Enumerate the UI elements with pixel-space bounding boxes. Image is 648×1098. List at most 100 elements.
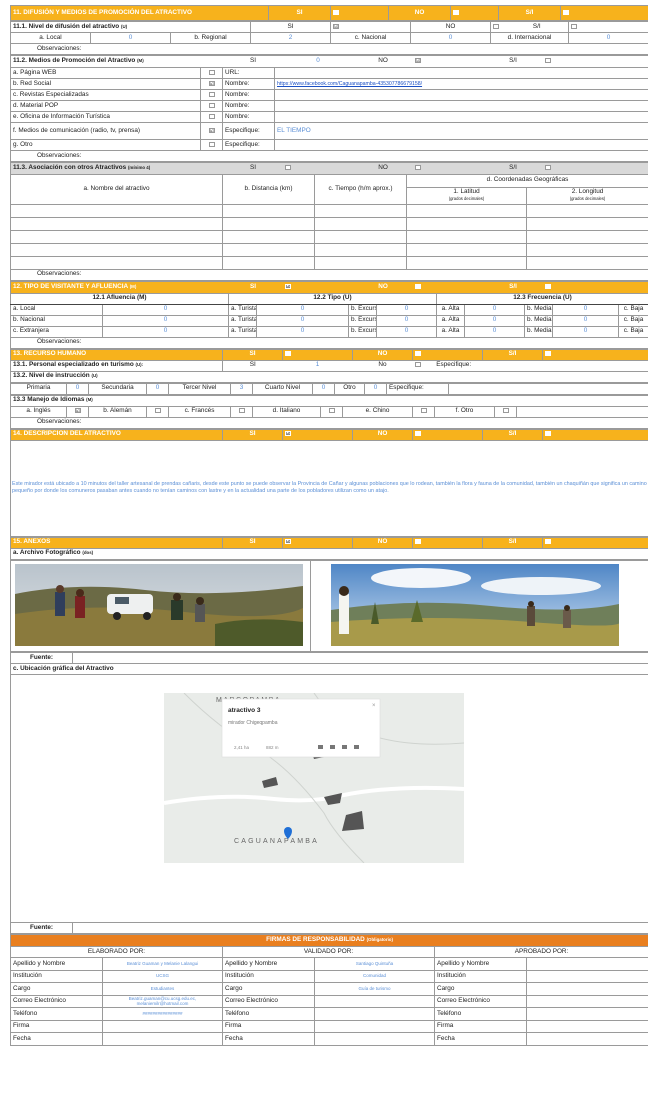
elaborado-value[interactable]: Beatriz.guaman@cu.ucsg.edu.ec, melaniemi…: [102, 994, 223, 1009]
tiempo-field[interactable]: [314, 255, 407, 270]
aprobado-value[interactable]: [525, 982, 648, 996]
aprobado-value[interactable]: [525, 1019, 648, 1034]
photo-2[interactable]: [310, 559, 648, 653]
idioma-1-checkbox[interactable]: [146, 405, 169, 418]
medio-checkbox[interactable]: ☑: [200, 122, 223, 140]
medio-field-value[interactable]: [274, 100, 648, 112]
sn-checkbox[interactable]: [542, 536, 648, 549]
edu-2-value[interactable]: 3: [230, 382, 253, 395]
observaciones-field[interactable]: Observaciones:: [10, 336, 648, 349]
elaborado-value[interactable]: Beatriz Guaman y Melanie Lalangui: [102, 957, 223, 971]
map-image[interactable]: MARCOPAMBA CAGUANAPAMBA atractivo 3 mira…: [164, 693, 464, 864]
personal-si-value[interactable]: 1: [283, 360, 353, 371]
validado-value[interactable]: Comunidad: [314, 969, 435, 984]
longitud-field[interactable]: [525, 203, 648, 218]
aprobado-value[interactable]: [525, 1032, 648, 1046]
frecuencia-media-value[interactable]: 0: [552, 303, 619, 316]
sn-checkbox[interactable]: [543, 57, 648, 67]
no-checkbox[interactable]: [412, 428, 483, 441]
medio-field-value[interactable]: [274, 139, 648, 151]
elaborado-value[interactable]: [102, 1032, 223, 1046]
frecuencia-media-value[interactable]: 0: [552, 314, 619, 327]
frecuencia-alta-value[interactable]: 0: [464, 314, 525, 327]
latitud-field[interactable]: [406, 255, 527, 270]
sn-checkbox[interactable]: [543, 163, 648, 173]
atractivo-name-field[interactable]: [10, 203, 223, 218]
tiempo-field[interactable]: [314, 203, 407, 218]
frecuencia-alta-value[interactable]: 0: [464, 325, 525, 338]
latitud-field[interactable]: [406, 203, 527, 218]
validado-value[interactable]: Santiago Quintuña: [314, 957, 435, 971]
idioma-2-checkbox[interactable]: [230, 405, 253, 418]
si-checkbox[interactable]: [330, 5, 390, 21]
elaborado-value[interactable]: [102, 1019, 223, 1034]
frecuencia-media-value[interactable]: 0: [552, 325, 619, 338]
idioma-3-checkbox[interactable]: [320, 405, 343, 418]
tipo-turista-value[interactable]: 0: [256, 325, 349, 338]
atractivo-name-field[interactable]: [10, 255, 223, 270]
afluencia-value[interactable]: 0: [102, 325, 229, 338]
nacional-value[interactable]: 0: [410, 32, 492, 44]
tipo-turista-value[interactable]: 0: [256, 314, 349, 327]
personal-no-checkbox[interactable]: Especifique:: [413, 360, 483, 371]
no-checkbox[interactable]: [413, 163, 483, 173]
medio-checkbox[interactable]: [200, 100, 223, 112]
edit-icon[interactable]: [318, 745, 323, 750]
longitud-field[interactable]: [525, 242, 648, 257]
validado-value[interactable]: [314, 1019, 435, 1034]
medio-checkbox[interactable]: [200, 139, 223, 151]
tiempo-field[interactable]: [314, 229, 407, 244]
no-checkbox[interactable]: [412, 536, 483, 549]
aprobado-value[interactable]: [525, 969, 648, 984]
edu-3-value[interactable]: 0: [312, 382, 335, 395]
si-checkbox[interactable]: ☑: [282, 428, 353, 441]
sn-checkbox[interactable]: [543, 282, 648, 292]
personal-specify-field[interactable]: [483, 360, 648, 371]
medio-field-value[interactable]: https://www.facebook.com/Caguanapamba-43…: [274, 78, 648, 90]
atractivo-name-field[interactable]: [10, 216, 223, 231]
observaciones-field[interactable]: Observaciones:: [9, 43, 648, 55]
aprobado-value[interactable]: [525, 957, 648, 971]
trash-icon[interactable]: [354, 745, 359, 750]
aprobado-value[interactable]: [525, 994, 648, 1009]
no-checkbox[interactable]: [450, 5, 500, 21]
idioma-4-checkbox[interactable]: [412, 405, 435, 418]
validado-value[interactable]: [314, 1007, 435, 1021]
longitud-field[interactable]: [525, 229, 648, 244]
no-checkbox[interactable]: S/I: [490, 21, 570, 33]
si-checkbox[interactable]: [283, 163, 353, 173]
camera-icon[interactable]: [342, 745, 347, 750]
longitud-field[interactable]: [525, 255, 648, 270]
no-checkbox[interactable]: ☑: [413, 57, 483, 67]
edu-0-value[interactable]: 0: [66, 382, 89, 395]
medio-checkbox[interactable]: [200, 111, 223, 123]
latitud-field[interactable]: [406, 229, 527, 244]
edu-1-value[interactable]: 0: [146, 382, 169, 395]
no-checkbox[interactable]: [413, 282, 483, 292]
elaborado-value[interactable]: ################: [102, 1007, 223, 1021]
distancia-field[interactable]: [222, 203, 315, 218]
photo-1[interactable]: [10, 559, 311, 653]
medio-checkbox[interactable]: ☑: [200, 78, 223, 90]
tipo-turista-value[interactable]: 0: [256, 303, 349, 316]
fuente-field[interactable]: [72, 922, 648, 935]
tipo-excursionista-value[interactable]: 0: [376, 303, 437, 316]
medio-field-value[interactable]: [274, 67, 648, 79]
sn-checkbox[interactable]: [560, 5, 648, 21]
no-checkbox[interactable]: [412, 348, 483, 361]
local-value[interactable]: 0: [90, 32, 171, 44]
fuente-field[interactable]: [72, 652, 648, 665]
edu-4-value[interactable]: 0: [364, 382, 387, 395]
edu-specify-field[interactable]: [448, 382, 648, 395]
idioma-0-checkbox[interactable]: ☑: [66, 405, 89, 418]
si-checkbox[interactable]: ☑: [330, 21, 412, 33]
medio-field-value[interactable]: [274, 111, 648, 123]
tipo-excursionista-value[interactable]: 0: [376, 325, 437, 338]
internacional-value[interactable]: 0: [568, 32, 648, 44]
medio-checkbox[interactable]: [200, 67, 223, 79]
observaciones-field[interactable]: Observaciones:: [10, 150, 648, 162]
close-icon[interactable]: ×: [372, 703, 376, 709]
tiempo-field[interactable]: [314, 242, 407, 257]
si-checkbox[interactable]: [282, 348, 353, 361]
si-value[interactable]: 0: [283, 57, 353, 67]
